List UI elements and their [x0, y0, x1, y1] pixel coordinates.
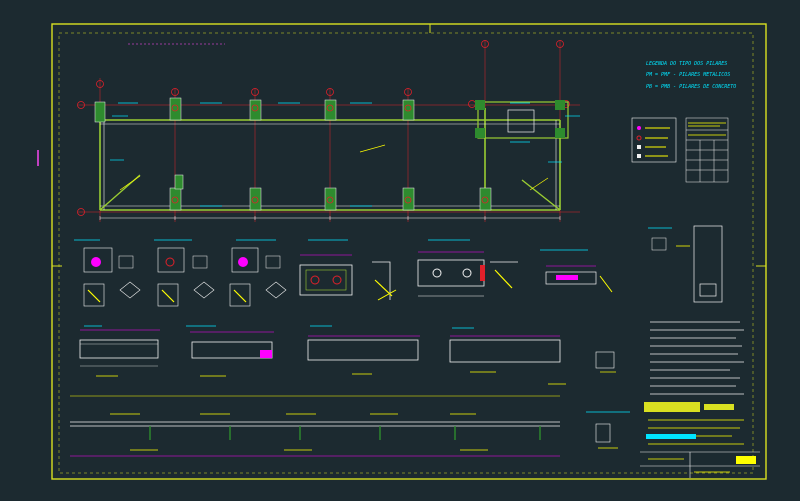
- column-marker-icon: [94, 97, 492, 211]
- notes-highlight: [704, 404, 734, 410]
- title-block: [640, 451, 760, 478]
- notes-highlight: [644, 402, 700, 412]
- detail-row-2: [83, 281, 287, 307]
- small-details: [586, 351, 630, 449]
- schedule-table: [685, 117, 729, 183]
- schedule-entries: [688, 122, 726, 136]
- long-beam-elevation: [70, 395, 560, 457]
- symbol-legend-table: [631, 117, 677, 163]
- beam-elevation-4: [449, 327, 561, 363]
- title-block-stamp: [736, 456, 756, 464]
- column-marker-icon: [555, 100, 565, 110]
- anchor-detail: [372, 261, 397, 301]
- leader-arrow-icon: [119, 144, 549, 191]
- column-elevation-detail: [648, 225, 723, 303]
- column-marker-icon: [555, 128, 565, 138]
- drawing-canvas: LEGENDA DO TIPO DOS PILARES PM = PMF - P…: [37, 23, 767, 480]
- beam-section-detail: [417, 239, 485, 297]
- legend-line: PB = PMB - PILARES DE CONCRETO: [646, 84, 736, 90]
- plan-dimensions: [99, 216, 561, 220]
- column-marker-icon: [475, 128, 485, 138]
- beam-elevation-2: [186, 325, 274, 359]
- beam-elevation-3: [307, 325, 420, 361]
- legend-line: PM = PMF - PILARES METALICOS: [646, 72, 730, 78]
- general-notes: [650, 321, 744, 395]
- beam-elevation-1: [79, 325, 160, 367]
- notes-extra: [648, 419, 744, 445]
- elevation-callouts: [96, 371, 566, 385]
- detail-row-1: [74, 239, 281, 273]
- legend-title: LEGENDA DO TIPO DOS PILARES: [646, 61, 727, 67]
- column-marker-icon: [475, 100, 485, 110]
- legend: LEGENDA DO TIPO DOS PILARES PM = PMF - P…: [646, 61, 736, 90]
- notes-cyan-bar: [646, 434, 696, 439]
- base-plate-detail: [299, 239, 353, 296]
- opening-inner: [507, 109, 535, 133]
- cad-viewport: LEGENDA DO TIPO DOS PILARES PM = PMF - P…: [0, 0, 800, 501]
- connection-detail: [490, 249, 613, 293]
- axis-bubble-icon: [77, 40, 570, 216]
